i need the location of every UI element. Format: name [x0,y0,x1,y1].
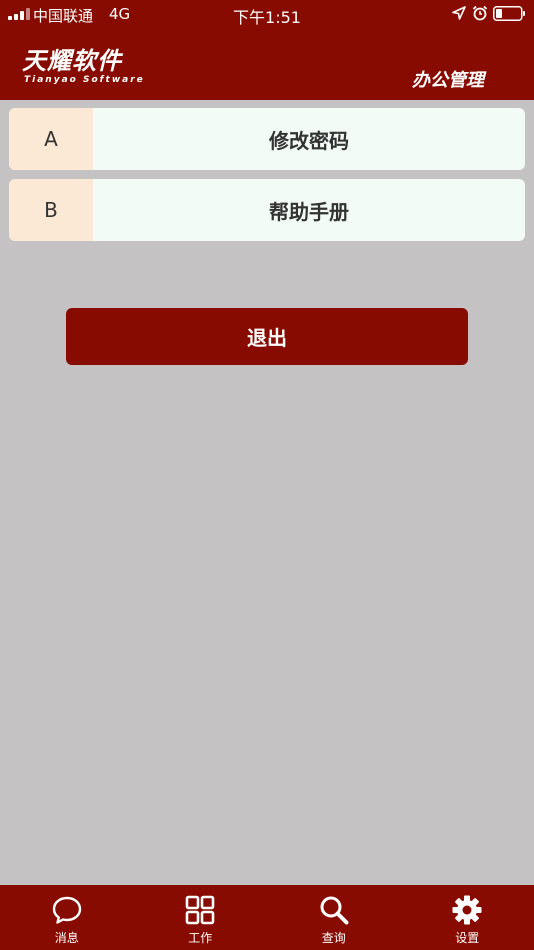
tab-label: 查询 [321,931,346,945]
grid-icon [185,895,215,925]
company-logo: 天耀软件 Tianyao Software [22,48,145,85]
tab-messages[interactable]: 消息 [0,885,134,950]
tab-label: 消息 [54,931,79,945]
tab-settings[interactable]: 设置 [401,885,534,950]
tab-label: 工作 [188,931,213,945]
logo-english-text: Tianyao Software [24,75,145,85]
location-arrow-icon [452,6,466,20]
menu-item-label: 帮助手册 [269,199,349,224]
gear-icon [452,895,482,925]
tab-query[interactable]: 查询 [267,885,401,950]
menu-item-label: 修改密码 [269,128,349,153]
menu-item-key: B [9,179,93,241]
menu-item-help-manual[interactable]: B 帮助手册 [9,179,525,241]
chat-bubble-icon [52,896,81,924]
app-header: 天耀软件 Tianyao Software 办公管理 [0,28,534,100]
tab-work[interactable]: 工作 [134,885,268,950]
logo-chinese-text: 天耀软件 [22,47,122,75]
battery-icon [493,6,525,21]
tab-label: 设置 [455,931,480,945]
bottom-tab-bar: 消息 工作 查询 设置 [0,885,534,950]
search-icon [320,896,349,925]
status-bar: 中国联通 4G 下午1:51 [0,0,534,28]
alarm-clock-icon [472,5,488,21]
logout-button[interactable]: 退出 [66,308,468,365]
menu-item-key: A [9,108,93,170]
menu-item-change-password[interactable]: A 修改密码 [9,108,525,170]
page-title: 办公管理 [412,70,484,91]
